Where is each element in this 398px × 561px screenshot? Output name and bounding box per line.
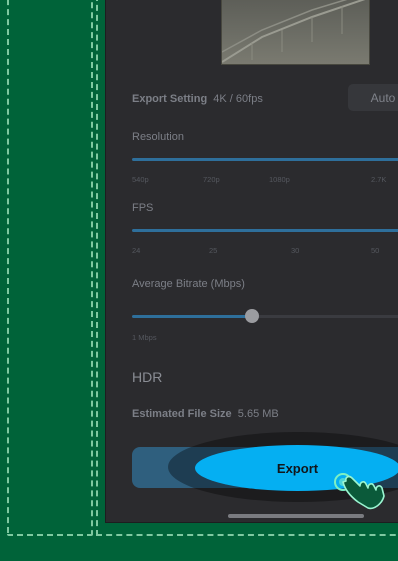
resolution-tick: 1080p	[269, 175, 290, 184]
bitrate-label: Average Bitrate (Mbps)	[132, 278, 245, 290]
hdr-label: HDR	[132, 369, 163, 385]
left-panel-outline	[7, 0, 93, 536]
bitrate-slider-track[interactable]	[252, 315, 398, 318]
bitrate-slider-knob[interactable]	[245, 309, 259, 323]
fps-tick: 30	[291, 246, 300, 255]
resolution-tick: 720p	[203, 175, 220, 184]
fps-tick: 25	[209, 246, 218, 255]
file-size-label: Estimated File Size	[132, 408, 232, 420]
export-setting-row: Export Setting 4K / 60fps	[132, 93, 263, 105]
fps-slider[interactable]	[132, 229, 398, 232]
bitrate-slider-fill	[132, 315, 252, 318]
resolution-label: Resolution	[132, 131, 184, 143]
bitrate-min-label: 1 Mbps	[132, 333, 157, 342]
export-settings-screen: Export Setting 4K / 60fps Auto Resolutio…	[105, 0, 398, 523]
resolution-slider[interactable]	[132, 158, 398, 161]
fps-label: FPS	[132, 202, 154, 214]
file-size-row: Estimated File Size 5.65 MB	[132, 408, 279, 420]
resolution-tick: 2.7K	[371, 175, 387, 184]
resolution-tick: 540p	[132, 175, 149, 184]
video-preview-thumbnail	[221, 0, 370, 65]
file-size-value: 5.65 MB	[237, 408, 279, 420]
tap-gesture-hand-icon	[330, 470, 390, 517]
fps-tick: 50	[371, 246, 380, 255]
auto-button[interactable]: Auto	[348, 84, 398, 111]
export-setting-label: Export Setting	[132, 93, 208, 105]
export-setting-value: 4K / 60fps	[213, 93, 263, 105]
fps-tick: 24	[132, 246, 141, 255]
